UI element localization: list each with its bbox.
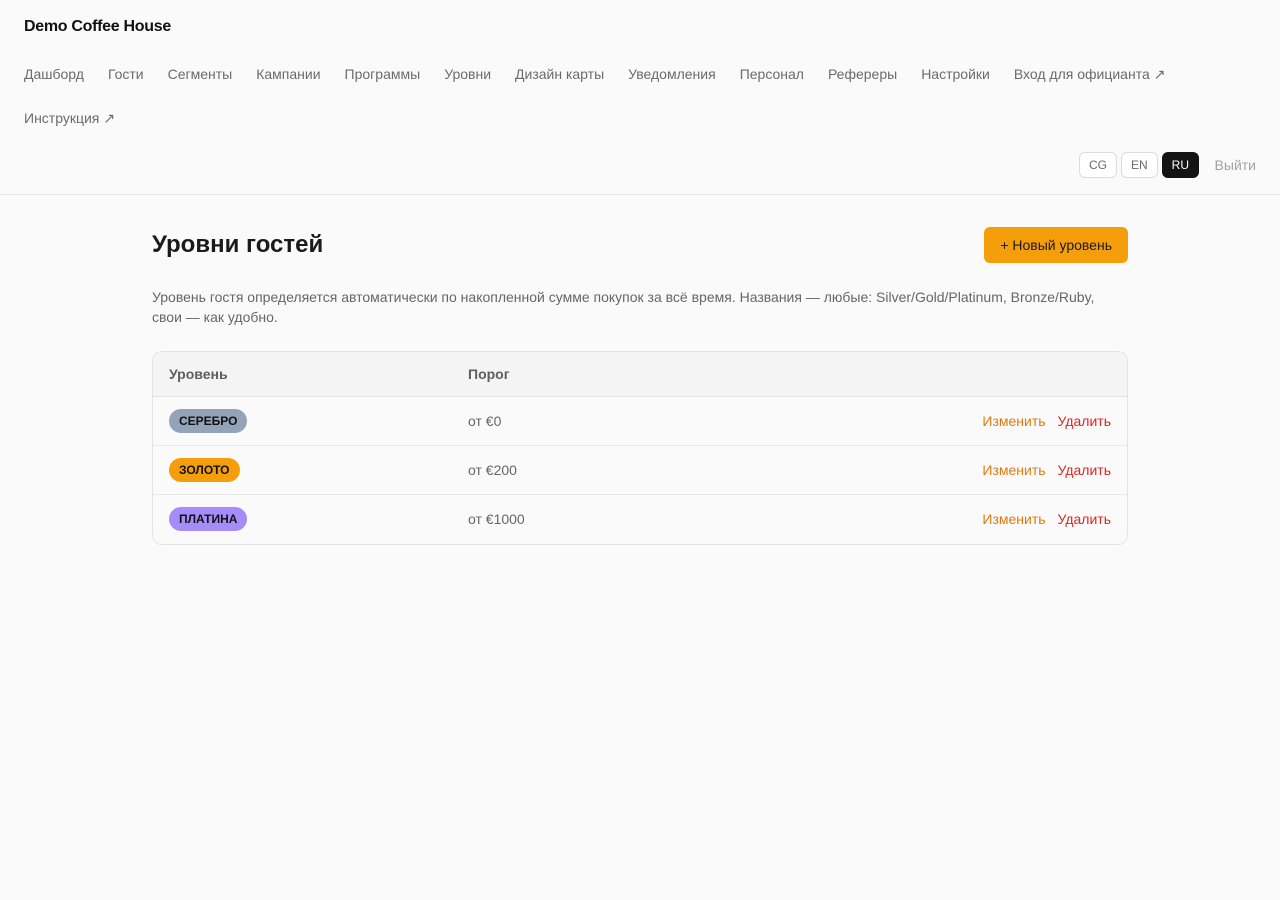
- row-actions: Изменить Удалить: [982, 462, 1111, 478]
- nav-item-guests[interactable]: Гости: [108, 64, 144, 84]
- levels-table: Уровень Порог СЕРЕБРО от €0 Изменить Уда…: [152, 351, 1128, 545]
- delete-button[interactable]: Удалить: [1058, 462, 1111, 478]
- nav-item-levels[interactable]: Уровни: [444, 64, 491, 84]
- lang-button-cg[interactable]: CG: [1078, 152, 1117, 178]
- nav-item-programs[interactable]: Программы: [345, 64, 421, 84]
- level-threshold: от €200: [468, 462, 517, 478]
- edit-button[interactable]: Изменить: [982, 462, 1045, 478]
- level-threshold: от €1000: [468, 511, 525, 527]
- nav-item-instructions[interactable]: Инструкция ↗: [24, 108, 115, 128]
- table-header: Уровень Порог: [153, 352, 1127, 397]
- title-row: Уровни гостей + Новый уровень: [152, 227, 1128, 263]
- logout-button[interactable]: Выйти: [1215, 155, 1256, 175]
- level-badge: ПЛАТИНА: [169, 507, 248, 531]
- level-threshold: от €0: [468, 413, 502, 429]
- main-content: Уровни гостей + Новый уровень Уровень го…: [152, 227, 1128, 545]
- row-actions: Изменить Удалить: [982, 413, 1111, 429]
- delete-button[interactable]: Удалить: [1058, 511, 1111, 527]
- new-level-button[interactable]: + Новый уровень: [984, 227, 1128, 263]
- nav-item-waiter-login[interactable]: Вход для официанта ↗: [1014, 64, 1166, 84]
- column-header-level: Уровень: [169, 366, 228, 382]
- main-nav: Дашборд Гости Сегменты Кампании Программ…: [24, 64, 1224, 128]
- nav-item-staff[interactable]: Персонал: [740, 64, 804, 84]
- nav-item-settings[interactable]: Настройки: [921, 64, 990, 84]
- table-row: ЗОЛОТО от €200 Изменить Удалить: [153, 446, 1127, 495]
- lang-button-ru[interactable]: RU: [1161, 152, 1199, 178]
- edit-button[interactable]: Изменить: [982, 413, 1045, 429]
- nav-item-referrers[interactable]: Рефереры: [828, 64, 897, 84]
- brand-name[interactable]: Demo Coffee House: [24, 18, 171, 36]
- nav-item-card-design[interactable]: Дизайн карты: [515, 64, 604, 84]
- top-header: Demo Coffee House Дашборд Гости Сегменты…: [0, 0, 1280, 195]
- table-row: СЕРЕБРО от €0 Изменить Удалить: [153, 397, 1127, 446]
- column-header-threshold: Порог: [468, 366, 510, 382]
- nav-item-dashboard[interactable]: Дашборд: [24, 64, 84, 84]
- lang-button-en[interactable]: EN: [1120, 152, 1158, 178]
- delete-button[interactable]: Удалить: [1058, 413, 1111, 429]
- row-actions: Изменить Удалить: [982, 511, 1111, 527]
- page-description: Уровень гостя определяется автоматически…: [152, 289, 1095, 325]
- nav-item-campaigns[interactable]: Кампании: [256, 64, 320, 84]
- nav-item-segments[interactable]: Сегменты: [168, 64, 233, 84]
- edit-button[interactable]: Изменить: [982, 511, 1045, 527]
- level-badge: СЕРЕБРО: [169, 409, 248, 433]
- page-title: Уровни гостей: [152, 231, 324, 258]
- language-switcher: CG EN RU: [1078, 152, 1199, 178]
- level-badge: ЗОЛОТО: [169, 458, 240, 482]
- table-row: ПЛАТИНА от €1000 Изменить Удалить: [153, 495, 1127, 544]
- nav-item-notifications[interactable]: Уведомления: [628, 64, 716, 84]
